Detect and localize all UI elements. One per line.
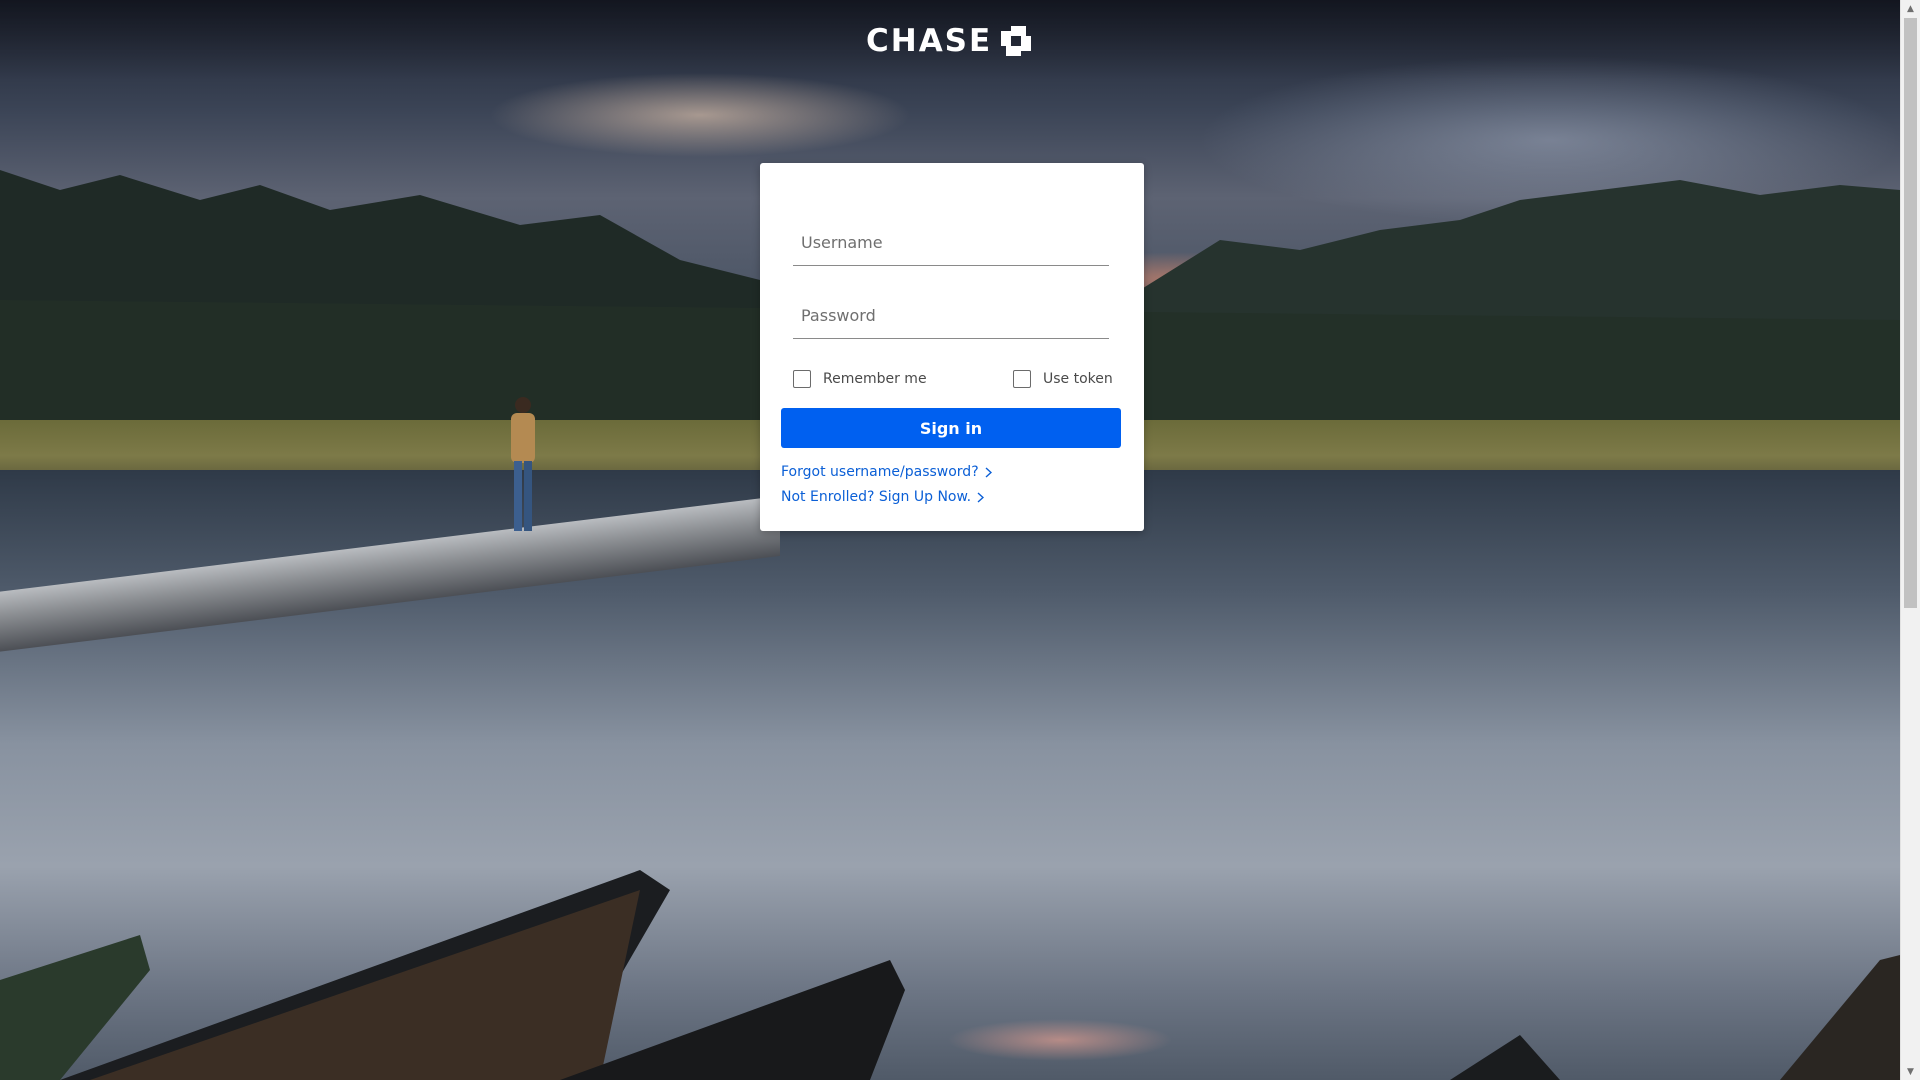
use-token-checkbox[interactable] bbox=[1013, 370, 1031, 388]
password-input[interactable] bbox=[793, 294, 1109, 336]
canoes-foreground bbox=[0, 870, 1900, 1080]
scroll-down-arrow-icon[interactable]: ▼ bbox=[1901, 1063, 1920, 1080]
sign-up-link[interactable]: Not Enrolled? Sign Up Now. bbox=[781, 487, 985, 507]
scroll-up-arrow-icon[interactable]: ▲ bbox=[1901, 0, 1920, 17]
vertical-scrollbar[interactable]: ▲ ▼ bbox=[1900, 0, 1920, 1080]
forgot-credentials-link[interactable]: Forgot username/password? bbox=[781, 462, 992, 482]
remember-me-checkbox[interactable] bbox=[793, 370, 811, 388]
chevron-right-icon bbox=[977, 491, 985, 503]
sign-in-button[interactable]: Sign in bbox=[781, 408, 1121, 448]
chase-octagon-icon bbox=[1001, 26, 1032, 56]
brand-name: CHASE bbox=[866, 23, 993, 59]
chevron-right-icon bbox=[985, 466, 992, 478]
use-token-label: Use token bbox=[1043, 371, 1113, 387]
use-token-option[interactable]: Use token bbox=[1013, 368, 1113, 390]
username-field-wrapper bbox=[793, 221, 1109, 266]
username-input[interactable] bbox=[793, 221, 1109, 263]
password-field-wrapper bbox=[793, 294, 1109, 339]
login-card: Remember me Use token Sign in Forgot use… bbox=[760, 163, 1144, 531]
page-background: CHASE Remember me Use token Sign in Forg… bbox=[0, 0, 1900, 1080]
chase-logo[interactable]: CHASE bbox=[866, 22, 1036, 60]
scrollbar-thumb[interactable] bbox=[1904, 18, 1917, 608]
remember-me-label: Remember me bbox=[823, 371, 927, 387]
sign-up-label: Not Enrolled? Sign Up Now. bbox=[781, 489, 972, 505]
remember-me-option[interactable]: Remember me bbox=[793, 368, 927, 390]
person-walking-figure bbox=[511, 397, 535, 531]
forgot-credentials-label: Forgot username/password? bbox=[781, 464, 979, 480]
